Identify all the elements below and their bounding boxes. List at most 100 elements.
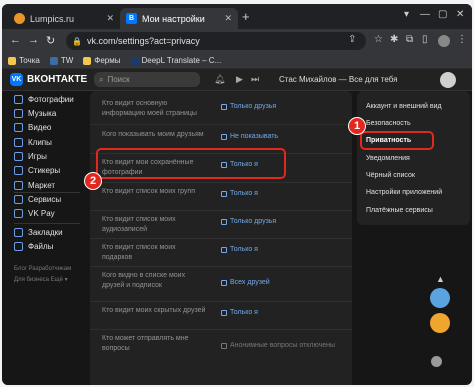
menu-item-account[interactable]: Аккаунт и внешний вид — [366, 103, 442, 110]
tab-search-icon[interactable]: ▾ — [404, 9, 409, 20]
sidebar-item-music[interactable]: Музыка — [14, 109, 56, 118]
star-icon[interactable]: ☆ — [374, 34, 383, 45]
privacy-value[interactable]: Только я — [221, 309, 258, 316]
tab-vk-settings[interactable]: B Мои настройки ✕ — [120, 8, 238, 29]
tab-lumpics[interactable]: Lumpics.ru ✕ — [8, 8, 120, 29]
tw-icon — [49, 56, 58, 65]
close-window-button[interactable]: ✕ — [456, 9, 464, 20]
menu-item-apps[interactable]: Настройки приложений — [366, 189, 442, 196]
deepl-icon — [130, 56, 139, 65]
lock-icon — [221, 342, 227, 349]
menu-item-blacklist[interactable]: Чёрный список — [366, 172, 415, 179]
privacy-value[interactable]: Всех друзей — [221, 279, 270, 286]
vk-header: VK ВКОНТАКТЕ ⌕ Поиск 🔔︎ ▶ ⏭ Стас Михайло… — [2, 69, 472, 91]
folder-icon — [83, 56, 92, 65]
vk-logo[interactable]: VK ВКОНТАКТЕ — [10, 73, 87, 86]
sidebar-item-vkpay[interactable]: VK Pay — [14, 209, 55, 218]
privacy-question: Кто видит список моих подарков — [102, 244, 176, 261]
sidebar-item-services[interactable]: Сервисы — [14, 195, 61, 204]
share-icon[interactable]: ⇪ — [348, 34, 356, 45]
address-bar[interactable]: 🔒 vk.com/settings?act=privacy — [66, 32, 366, 50]
minimize-button[interactable]: — — [420, 9, 430, 20]
divider — [90, 301, 352, 302]
photo-icon — [14, 95, 23, 104]
now-playing[interactable]: Стас Михайлов — Все для тебя — [279, 75, 397, 84]
lock-icon — [221, 246, 227, 253]
address-row: ← → ↻ 🔒 vk.com/settings?act=privacy ⇪ ☆ … — [2, 29, 472, 53]
next-track-icon[interactable]: ⏭ — [251, 74, 259, 85]
lock-icon — [221, 309, 227, 316]
vk-play-icon[interactable] — [430, 313, 450, 333]
privacy-question: Кто видит основную информацию моей стран… — [102, 100, 197, 117]
divider — [90, 124, 352, 125]
highlight-privacy — [360, 131, 434, 150]
privacy-value[interactable]: Только я — [221, 246, 258, 253]
privacy-question: Кто может отправлять мне вопросы — [102, 335, 189, 352]
play-icon[interactable]: ▶ — [236, 74, 243, 85]
notifications-icon[interactable]: 🔔︎ — [214, 74, 225, 85]
back-icon[interactable]: ← — [10, 34, 21, 46]
sidebar-item-stickers[interactable]: Стикеры — [14, 166, 60, 175]
lock-icon — [221, 190, 227, 197]
lock-icon — [221, 279, 227, 286]
sidebar-item-games[interactable]: Игры — [14, 152, 47, 161]
bookmark-item[interactable]: Фермы — [83, 56, 121, 65]
bookmark-item[interactable]: DeepL Translate – С... — [130, 56, 221, 65]
menu-item-payments[interactable]: Платёжные сервисы — [366, 207, 433, 214]
games-icon — [14, 152, 23, 161]
footer-links[interactable]: Для бизнеса Ещё ▾ — [14, 276, 68, 283]
url-text: vk.com/settings?act=privacy — [86, 36, 200, 46]
lock-icon — [221, 218, 227, 225]
profile-avatar[interactable] — [438, 35, 450, 47]
privacy-value[interactable]: Только я — [221, 190, 258, 197]
sidebar-item-market[interactable]: Маркет — [14, 181, 55, 190]
step-1-badge: 1 — [348, 117, 366, 135]
search-icon: ⌕ — [99, 74, 104, 84]
lock-icon — [221, 133, 227, 140]
bookmark-item[interactable]: TW — [49, 56, 73, 65]
bookmark-item[interactable]: Точка — [8, 56, 40, 65]
folder-icon — [8, 56, 16, 65]
privacy-question: Кто видит список моих групп — [102, 188, 196, 195]
close-tab-icon[interactable]: ✕ — [224, 13, 232, 24]
scroll-up-icon[interactable]: ▲ — [436, 274, 445, 284]
sidebar-item-bookmarks[interactable]: Закладки — [14, 228, 63, 237]
privacy-value[interactable]: Анонимные вопросы отключены — [221, 342, 335, 349]
menu-item-security[interactable]: Безопасность — [366, 120, 411, 127]
video-icon — [14, 123, 23, 132]
maximize-button[interactable]: ▢ — [438, 9, 447, 20]
privacy-value[interactable]: Только друзья — [221, 218, 276, 225]
privacy-value[interactable]: Только друзья — [221, 103, 276, 110]
search-input[interactable]: ⌕ Поиск — [94, 72, 200, 87]
vkpay-icon — [14, 209, 23, 218]
sidebar-item-files[interactable]: Файлы — [14, 242, 53, 251]
extension-icon[interactable]: ✱ — [390, 34, 398, 45]
sidebar-icon[interactable]: ▯ — [422, 34, 428, 45]
clips-icon — [14, 138, 23, 147]
lock-icon: 🔒 — [72, 36, 82, 46]
reload-icon[interactable]: ↻ — [46, 34, 55, 47]
new-tab-button[interactable]: + — [242, 9, 250, 24]
bookmarks-bar: Точка TW Фермы DeepL Translate – С... — [2, 53, 472, 69]
divider — [90, 182, 352, 183]
assistant-icon[interactable] — [430, 288, 450, 308]
chat-icon[interactable] — [431, 356, 442, 367]
close-tab-icon[interactable]: ✕ — [106, 13, 114, 24]
forward-icon[interactable]: → — [28, 34, 39, 46]
menu-icon[interactable]: ⋮ — [457, 34, 467, 45]
sidebar-item-photos[interactable]: Фотографии — [14, 95, 74, 104]
panel-footer — [90, 376, 352, 385]
menu-item-notifications[interactable]: Уведомления — [366, 155, 410, 162]
avatar[interactable] — [440, 72, 456, 88]
puzzle-icon[interactable]: ⧉ — [406, 34, 413, 45]
music-icon — [14, 109, 23, 118]
privacy-value[interactable]: Не показывать — [221, 133, 278, 140]
browser-window: Lumpics.ru ✕ B Мои настройки ✕ + ▾ — ▢ ✕… — [2, 4, 472, 385]
market-icon — [14, 181, 23, 190]
sidebar-item-clips[interactable]: Клипы — [14, 138, 52, 147]
divider — [14, 223, 80, 224]
sidebar-item-video[interactable]: Видео — [14, 123, 51, 132]
settings-menu: Аккаунт и внешний вид Безопасность Прива… — [357, 91, 470, 225]
privacy-question: Кого показывать моим друзьям — [102, 131, 204, 138]
footer-links[interactable]: Блог Разработчикам — [14, 266, 71, 272]
